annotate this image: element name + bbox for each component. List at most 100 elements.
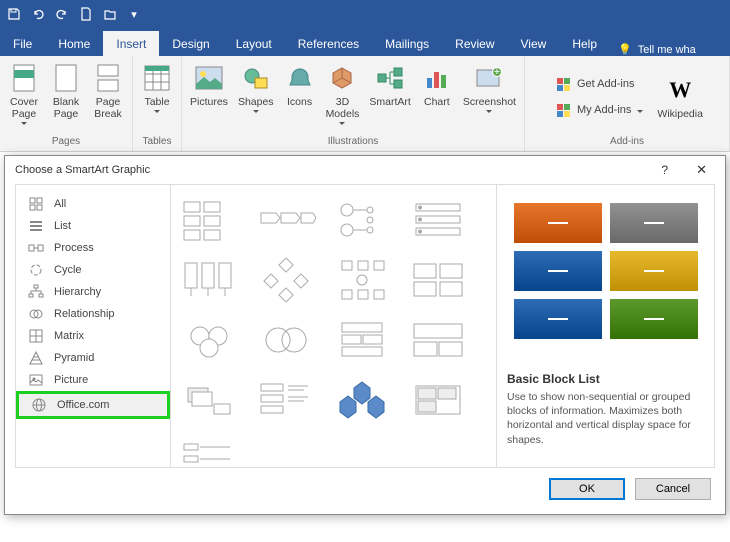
- undo-icon[interactable]: [28, 4, 48, 24]
- group-label-tables: Tables: [143, 134, 172, 149]
- tab-mailings[interactable]: Mailings: [372, 31, 442, 56]
- smartart-thumb-16[interactable]: [177, 435, 243, 467]
- category-globe[interactable]: Office.com: [16, 391, 170, 419]
- preview-block-3: [610, 251, 698, 291]
- preview-title: Basic Block List: [507, 372, 704, 386]
- hierarchy-icon: [28, 284, 44, 300]
- picture-icon: [28, 372, 44, 388]
- category-picture[interactable]: Picture: [16, 369, 170, 391]
- category-pyramid[interactable]: Pyramid: [16, 347, 170, 369]
- category-label: List: [54, 220, 71, 232]
- screenshot-button[interactable]: +Screenshot: [459, 60, 520, 115]
- category-list[interactable]: List: [16, 215, 170, 237]
- smartart-button[interactable]: SmartArt: [365, 60, 414, 110]
- smartart-thumb-15[interactable]: [405, 375, 471, 425]
- pyramid-icon: [28, 350, 44, 366]
- tab-home[interactable]: Home: [45, 31, 103, 56]
- list-icon: [28, 218, 44, 234]
- cancel-button[interactable]: Cancel: [635, 478, 711, 500]
- category-label: Relationship: [54, 308, 115, 320]
- category-label: Picture: [54, 374, 88, 386]
- category-label: Office.com: [57, 399, 109, 411]
- category-label: Process: [54, 242, 94, 254]
- tab-help[interactable]: Help: [559, 31, 610, 56]
- tab-review[interactable]: Review: [442, 31, 507, 56]
- ribbon-group-addins: Get Add-ins My Add-ins WWikipedia Add-in…: [525, 56, 730, 151]
- quick-access-toolbar: ▾: [0, 0, 730, 28]
- smartart-thumb-5[interactable]: [253, 255, 319, 305]
- smartart-thumb-4[interactable]: [177, 255, 243, 305]
- cover-page-button[interactable]: Cover Page: [4, 60, 44, 127]
- tab-references[interactable]: References: [285, 31, 372, 56]
- ribbon: Cover Page Blank Page Page Break Pages T…: [0, 56, 730, 152]
- ribbon-group-pages: Cover Page Blank Page Page Break Pages: [0, 56, 133, 151]
- dialog-help-button[interactable]: ?: [657, 159, 672, 181]
- open-icon[interactable]: [100, 4, 120, 24]
- table-button[interactable]: Table: [137, 60, 177, 115]
- preview-block-4: [514, 299, 602, 339]
- ribbon-tabs: File Home Insert Design Layout Reference…: [0, 28, 730, 56]
- smartart-thumb-14[interactable]: [329, 375, 395, 425]
- save-icon[interactable]: [4, 4, 24, 24]
- my-addins-button[interactable]: My Add-ins: [551, 100, 647, 120]
- preview-block-5: [610, 299, 698, 339]
- tell-me-search[interactable]: 💡Tell me wha: [610, 43, 704, 56]
- smartart-gallery: [171, 185, 496, 467]
- dialog-body: All List Process CycleHierarchy Relationship…: [15, 184, 715, 468]
- smartart-thumb-13[interactable]: [253, 375, 319, 425]
- smartart-thumb-0[interactable]: [177, 195, 243, 245]
- smartart-thumb-11[interactable]: [405, 315, 471, 365]
- category-all[interactable]: All: [16, 193, 170, 215]
- ribbon-group-illustrations: Pictures Shapes Icons 3D Models SmartArt…: [182, 56, 525, 151]
- matrix-icon: [28, 328, 44, 344]
- category-process[interactable]: Process: [16, 237, 170, 259]
- ok-button[interactable]: OK: [549, 478, 625, 500]
- preview-block-0: [514, 203, 602, 243]
- smartart-thumb-10[interactable]: [329, 315, 395, 365]
- wikipedia-button[interactable]: WWikipedia: [653, 72, 707, 122]
- smartart-thumb-9[interactable]: [253, 315, 319, 365]
- redo-icon[interactable]: [52, 4, 72, 24]
- new-document-icon[interactable]: [76, 4, 96, 24]
- blank-page-button[interactable]: Blank Page: [46, 60, 86, 122]
- smartart-dialog: Choose a SmartArt Graphic ? ✕ All List Pro…: [4, 155, 726, 515]
- 3d-models-button[interactable]: 3D Models: [322, 60, 364, 127]
- group-label-illustrations: Illustrations: [328, 134, 379, 149]
- icons-button[interactable]: Icons: [280, 60, 320, 110]
- smartart-thumb-3[interactable]: [405, 195, 471, 245]
- smartart-thumb-2[interactable]: [329, 195, 395, 245]
- preview-graphic: [507, 195, 704, 360]
- chart-button[interactable]: Chart: [417, 60, 457, 110]
- ribbon-group-tables: Table Tables: [133, 56, 182, 151]
- category-hierarchy[interactable]: Hierarchy: [16, 281, 170, 303]
- category-label: Matrix: [54, 330, 84, 342]
- customize-qat-icon[interactable]: ▾: [124, 4, 144, 24]
- page-break-button[interactable]: Page Break: [88, 60, 128, 122]
- globe-icon: [31, 397, 47, 413]
- category-matrix[interactable]: Matrix: [16, 325, 170, 347]
- tab-view[interactable]: View: [508, 31, 560, 56]
- category-relationship[interactable]: Relationship: [16, 303, 170, 325]
- smartart-thumb-1[interactable]: [253, 195, 319, 245]
- dialog-titlebar: Choose a SmartArt Graphic ? ✕: [5, 156, 725, 184]
- category-label: Pyramid: [54, 352, 94, 364]
- svg-text:+: +: [494, 66, 500, 78]
- pictures-button[interactable]: Pictures: [186, 60, 232, 110]
- all-icon: [28, 196, 44, 212]
- shapes-button[interactable]: Shapes: [234, 60, 278, 115]
- group-label-addins: Add-ins: [610, 134, 644, 149]
- get-addins-button[interactable]: Get Add-ins: [551, 74, 647, 94]
- group-label-pages: Pages: [52, 134, 80, 149]
- smartart-thumb-12[interactable]: [177, 375, 243, 425]
- smartart-thumb-7[interactable]: [405, 255, 471, 305]
- tab-file[interactable]: File: [0, 31, 45, 56]
- category-cycle[interactable]: Cycle: [16, 259, 170, 281]
- tab-design[interactable]: Design: [159, 31, 222, 56]
- dialog-close-button[interactable]: ✕: [688, 158, 715, 182]
- tab-insert[interactable]: Insert: [103, 31, 159, 56]
- cycle-icon: [28, 262, 44, 278]
- preview-block-2: [514, 251, 602, 291]
- smartart-thumb-8[interactable]: [177, 315, 243, 365]
- smartart-thumb-6[interactable]: [329, 255, 395, 305]
- tab-layout[interactable]: Layout: [223, 31, 285, 56]
